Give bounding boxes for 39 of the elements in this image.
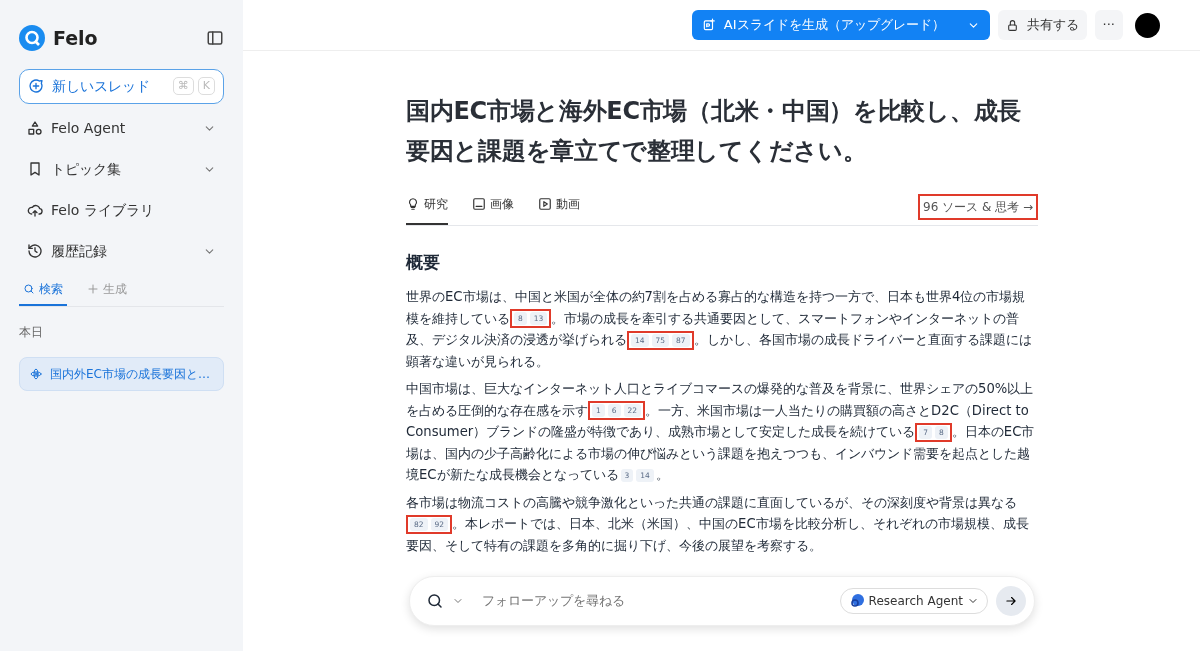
new-thread-button[interactable]: 新しいスレッド ⌘ K	[19, 68, 224, 104]
sidebar-tab[interactable]: 生成	[83, 275, 131, 306]
brand-name: Felo	[53, 26, 98, 51]
section-heading: 概要	[406, 252, 441, 273]
slide-plus-icon	[701, 18, 716, 32]
lightbulb-icon	[406, 197, 420, 211]
sidebar-toggle-icon[interactable]	[206, 29, 224, 48]
chat-plus-icon	[28, 78, 44, 94]
search-icon	[23, 282, 35, 295]
sidebar-tab[interactable]: 検索	[19, 275, 67, 306]
shortcut-key: K	[197, 77, 215, 95]
avatar[interactable]	[1135, 12, 1160, 38]
sidebar-item[interactable]: 履歴記録	[19, 230, 224, 272]
sidebar-item[interactable]: Felo ライブラリ	[19, 189, 224, 231]
share-button[interactable]: 共有する	[997, 10, 1087, 40]
shapes-icon	[27, 120, 43, 136]
cloud-upload-icon	[27, 202, 43, 218]
play-icon	[538, 197, 552, 211]
content-tab[interactable]: 研究	[406, 189, 448, 225]
thread-item[interactable]: 国内外EC市場の成長要因と…	[19, 356, 224, 391]
section-label: 本日	[19, 323, 44, 341]
shortcut-key: ⌘	[172, 77, 194, 95]
bookmark-icon	[27, 161, 43, 177]
page-title: 国内EC市場と海外EC市場（北米・中国）を比較し、成長要因と課題を章立てで整理してください。	[406, 96, 1022, 167]
search-icon[interactable]	[426, 592, 444, 610]
sources-link[interactable]: 96 ソース & 思考 →	[918, 194, 1038, 220]
generate-slides-button[interactable]: AIスライドを生成（アップグレード）	[691, 10, 990, 40]
arrow-right-icon	[1004, 594, 1018, 608]
logo-icon	[19, 25, 45, 52]
sidebar-item[interactable]: Felo Agent	[19, 107, 224, 149]
content-tab[interactable]: 画像	[472, 189, 514, 225]
more-button[interactable]: ···	[1094, 10, 1123, 40]
sidebar-item[interactable]: トピック集	[19, 148, 224, 190]
lock-icon	[1005, 18, 1019, 32]
history-icon	[27, 243, 43, 259]
agent-selector[interactable]: Research Agent	[839, 588, 988, 614]
send-button[interactable]	[996, 586, 1026, 616]
image-icon	[472, 197, 486, 211]
content-tab[interactable]: 動画	[538, 189, 580, 225]
